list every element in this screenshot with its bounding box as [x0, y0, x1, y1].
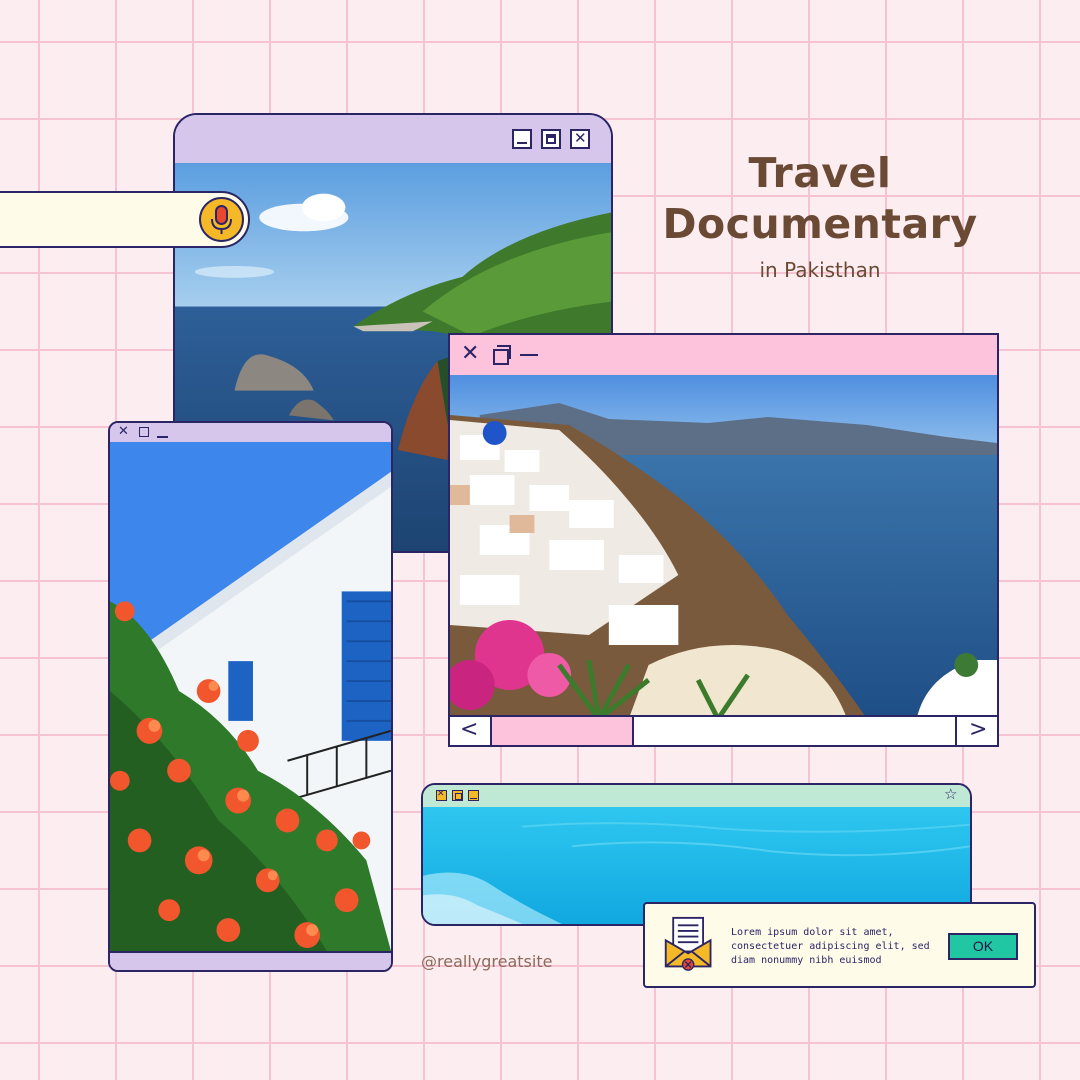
mail-icon: [664, 916, 712, 971]
close-icon[interactable]: ✕: [118, 425, 129, 438]
minimize-icon[interactable]: [520, 354, 538, 356]
title-line-2: Documentary: [662, 200, 978, 248]
page-subtitle: in Pakisthan: [759, 258, 881, 282]
message-dialog: Lorem ipsum dolor sit amet, consectetuer…: [643, 902, 1036, 988]
chevron-left-icon: <: [460, 717, 479, 742]
minimize-button[interactable]: [468, 790, 479, 801]
white-house-footer: [110, 951, 391, 970]
scroll-left-button[interactable]: <: [450, 717, 492, 745]
santorini-photo: [450, 375, 997, 719]
ok-button[interactable]: OK: [948, 933, 1018, 960]
maximize-icon: [454, 792, 462, 800]
santorini-titlebar: ✕: [450, 335, 997, 377]
close-button[interactable]: ✕: [570, 129, 590, 149]
microphone-button[interactable]: [199, 197, 244, 242]
maximize-icon[interactable]: [139, 427, 149, 437]
microphone-icon: [211, 205, 232, 234]
scroll-thumb[interactable]: [492, 717, 634, 745]
close-button[interactable]: ✕: [436, 790, 447, 801]
white-house-photo: [110, 442, 391, 951]
minimize-button[interactable]: [512, 129, 532, 149]
scroll-right-button[interactable]: >: [955, 717, 997, 745]
social-handle: @reallygreatsite: [421, 952, 553, 971]
minimize-icon: [517, 142, 527, 144]
title-line-1: Travel: [748, 149, 892, 197]
white-house-window: ✕: [108, 421, 393, 972]
search-bar[interactable]: [0, 191, 250, 248]
dialog-message: Lorem ipsum dolor sit amet, consectetuer…: [731, 927, 930, 966]
horizontal-scrollbar[interactable]: < >: [450, 715, 997, 745]
maximize-button[interactable]: [541, 129, 561, 149]
close-icon: ✕: [437, 789, 445, 799]
restore-icon[interactable]: [493, 345, 511, 365]
turquoise-water-titlebar: ✕ ☆: [423, 785, 970, 809]
maximize-button[interactable]: [452, 790, 463, 801]
minimize-icon[interactable]: [157, 436, 168, 438]
minimize-icon: [470, 797, 477, 799]
page-title: Travel Documentary: [640, 148, 1000, 250]
maximize-icon: [546, 134, 556, 144]
chevron-right-icon: >: [969, 717, 988, 742]
star-icon[interactable]: ☆: [944, 787, 957, 802]
coastal-cliffs-titlebar: ✕: [175, 115, 611, 165]
santorini-window: ✕ < >: [448, 333, 999, 747]
close-icon[interactable]: ✕: [461, 343, 479, 365]
white-house-titlebar: ✕: [110, 423, 391, 444]
close-icon: ✕: [574, 129, 587, 147]
